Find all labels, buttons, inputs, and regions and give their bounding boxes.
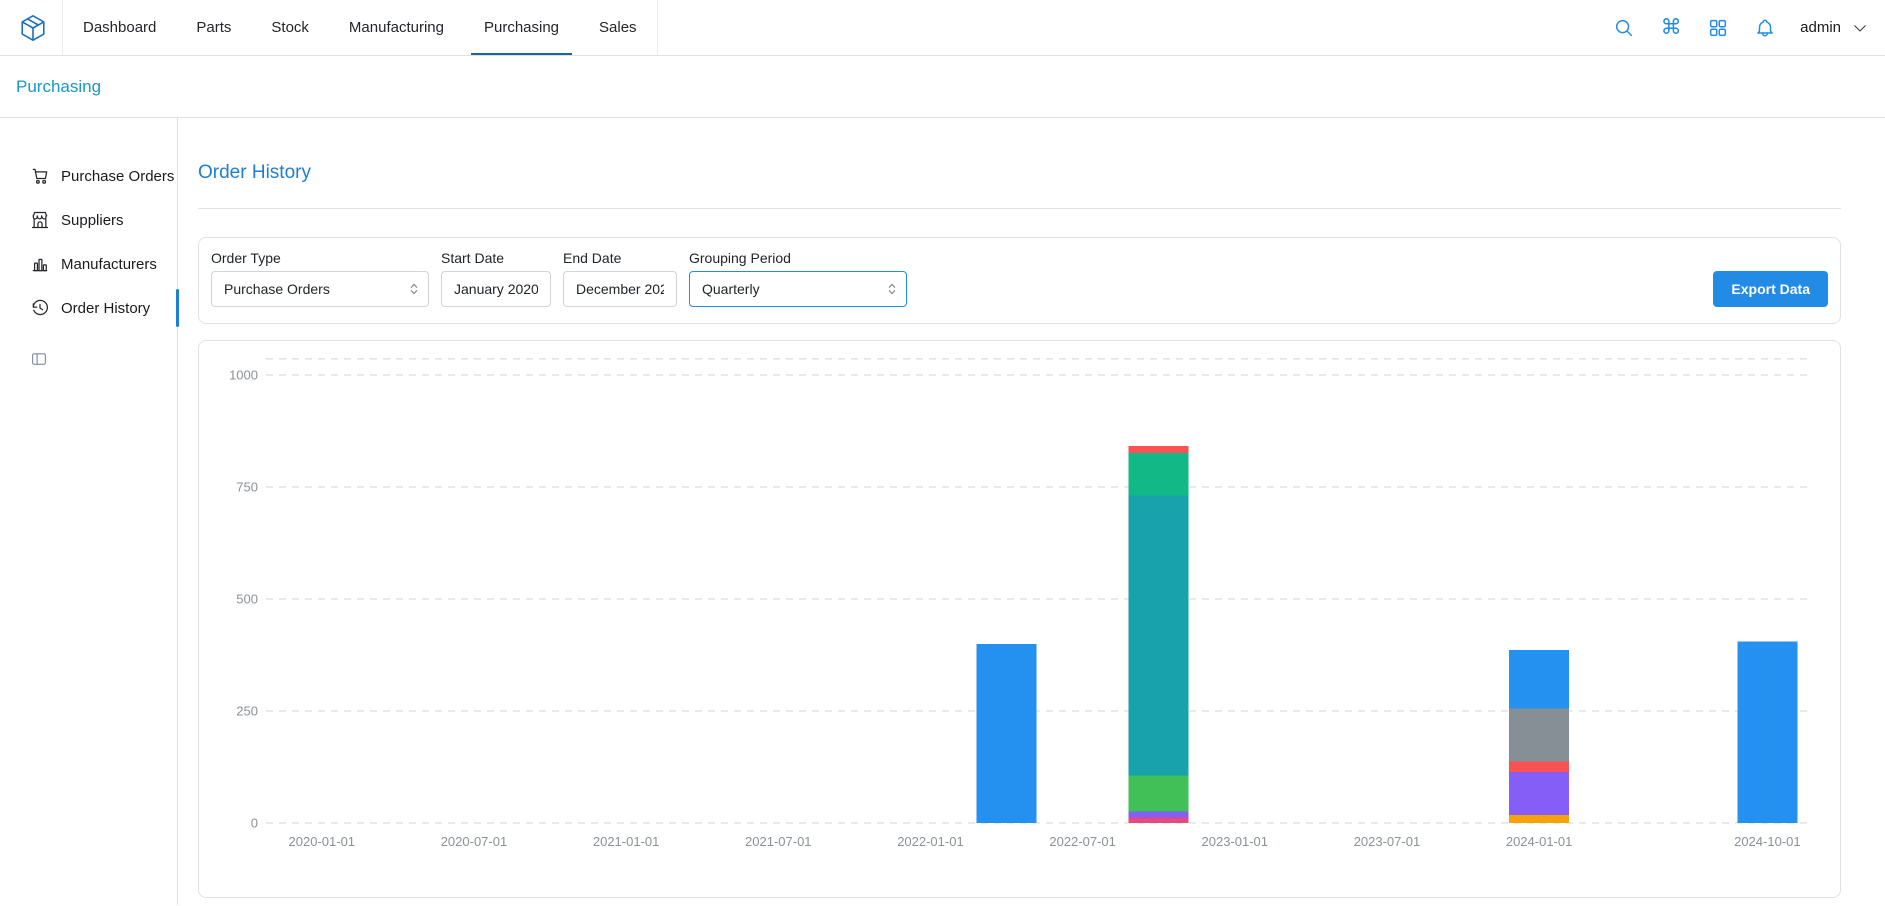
grouping-period-label: Grouping Period xyxy=(689,250,907,266)
bar-segment[interactable] xyxy=(1129,818,1189,823)
shopping-cart-icon xyxy=(30,166,50,186)
x-axis-label: 2020-01-01 xyxy=(289,834,356,849)
sidebar-item-label: Suppliers xyxy=(61,212,124,229)
y-axis-label: 500 xyxy=(236,592,258,607)
top-bar: Dashboard Parts Stock Manufacturing Purc… xyxy=(0,0,1885,56)
filter-panel: Order Type Start Date End Date Grouping … xyxy=(198,237,1841,324)
sidebar-item-purchase-orders[interactable]: Purchase Orders xyxy=(0,154,177,198)
order-history-chart-card: 0 250 500 750 1000 2020-01-01 2020-07-01 2021-0… xyxy=(198,340,1841,898)
x-axis-label: 2024-10-01 xyxy=(1734,834,1801,849)
order-type-select[interactable] xyxy=(211,271,429,307)
app-logo[interactable] xyxy=(16,11,50,45)
history-clock-icon xyxy=(30,298,50,318)
user-menu[interactable]: admin xyxy=(1800,19,1869,37)
x-axis-label: 2023-07-01 xyxy=(1354,834,1421,849)
chevron-down-icon xyxy=(1851,19,1869,37)
bar-segment[interactable] xyxy=(1509,772,1569,815)
bar-segment[interactable] xyxy=(1129,453,1189,496)
start-date-label: Start Date xyxy=(441,250,551,266)
tab-purchasing[interactable]: Purchasing xyxy=(464,0,579,55)
cube-logo-icon xyxy=(18,13,48,43)
x-axis-label: 2021-01-01 xyxy=(593,834,660,849)
sidebar-item-order-history[interactable]: Order History xyxy=(0,286,177,330)
x-axis-label: 2024-01-01 xyxy=(1506,834,1573,849)
tab-dashboard[interactable]: Dashboard xyxy=(63,0,176,55)
main-panel: Order History Order Type Start Date End … xyxy=(178,118,1885,905)
bar-segment[interactable] xyxy=(1509,650,1569,708)
username-label: admin xyxy=(1800,19,1841,36)
bar-segment[interactable] xyxy=(1509,708,1569,761)
y-axis-label: 1000 xyxy=(229,368,258,383)
storefront-icon xyxy=(30,210,50,230)
notifications-button[interactable] xyxy=(1753,16,1777,40)
page-title: Order History xyxy=(198,162,1841,184)
bar-segment[interactable] xyxy=(1129,811,1189,817)
grouping-period-select[interactable] xyxy=(689,271,907,307)
sidebar-item-suppliers[interactable]: Suppliers xyxy=(0,198,177,242)
top-bar-actions: ⌘ admin xyxy=(1612,16,1869,40)
main-nav: Dashboard Parts Stock Manufacturing Purc… xyxy=(62,0,658,55)
collapse-sidebar-button[interactable] xyxy=(30,350,48,368)
x-axis-label: 2022-07-01 xyxy=(1049,834,1116,849)
x-axis-label: 2023-01-01 xyxy=(1202,834,1269,849)
start-date-input[interactable] xyxy=(441,271,551,307)
end-date-input[interactable] xyxy=(563,271,677,307)
bar-chart-icon xyxy=(30,254,50,274)
scan-button[interactable] xyxy=(1706,16,1730,40)
panel-left-icon xyxy=(30,350,48,368)
export-data-button[interactable]: Export Data xyxy=(1713,271,1828,307)
end-date-label: End Date xyxy=(563,250,677,266)
search-button[interactable] xyxy=(1612,16,1636,40)
y-axis-label: 750 xyxy=(236,480,258,495)
grid-squares-icon xyxy=(1707,17,1729,39)
tab-parts[interactable]: Parts xyxy=(176,0,251,55)
bar-segment[interactable] xyxy=(1509,815,1569,823)
tab-manufacturing[interactable]: Manufacturing xyxy=(329,0,464,55)
sidebar-item-manufacturers[interactable]: Manufacturers xyxy=(0,242,177,286)
y-axis-label: 0 xyxy=(251,816,258,831)
sidebar-item-label: Purchase Orders xyxy=(61,168,174,185)
x-axis-label: 2022-01-01 xyxy=(897,834,964,849)
sidebar-item-label: Order History xyxy=(61,300,150,317)
breadcrumb: Purchasing xyxy=(0,56,1885,118)
breadcrumb-purchasing-link[interactable]: Purchasing xyxy=(16,77,101,97)
x-axis-label: 2021-07-01 xyxy=(745,834,812,849)
bar-segment[interactable] xyxy=(1129,776,1189,812)
tab-sales[interactable]: Sales xyxy=(579,0,657,55)
tab-stock[interactable]: Stock xyxy=(251,0,329,55)
y-axis-label: 250 xyxy=(236,704,258,719)
search-icon xyxy=(1613,17,1635,39)
title-divider xyxy=(198,208,1841,209)
x-axis-label: 2020-07-01 xyxy=(441,834,508,849)
bar-segment[interactable] xyxy=(1129,446,1189,453)
sidebar-item-label: Manufacturers xyxy=(61,256,157,273)
bar-segment[interactable] xyxy=(1509,762,1569,772)
order-type-label: Order Type xyxy=(211,250,429,266)
bar-segment[interactable] xyxy=(977,644,1037,823)
command-icon: ⌘ xyxy=(1661,17,1682,38)
bar-segment[interactable] xyxy=(1737,642,1797,823)
bar-segment[interactable] xyxy=(1129,496,1189,776)
order-history-chart: 0 250 500 750 1000 2020-01-01 2020-07-01 2021-0… xyxy=(211,353,1828,885)
sidebar: Purchase Orders Suppliers Manufacturers xyxy=(0,118,178,905)
bell-icon xyxy=(1754,17,1776,39)
order-history-chart-container: 0 250 500 750 1000 2020-01-01 2020-07-01 2021-0… xyxy=(211,353,1828,885)
command-palette-button[interactable]: ⌘ xyxy=(1659,16,1683,40)
